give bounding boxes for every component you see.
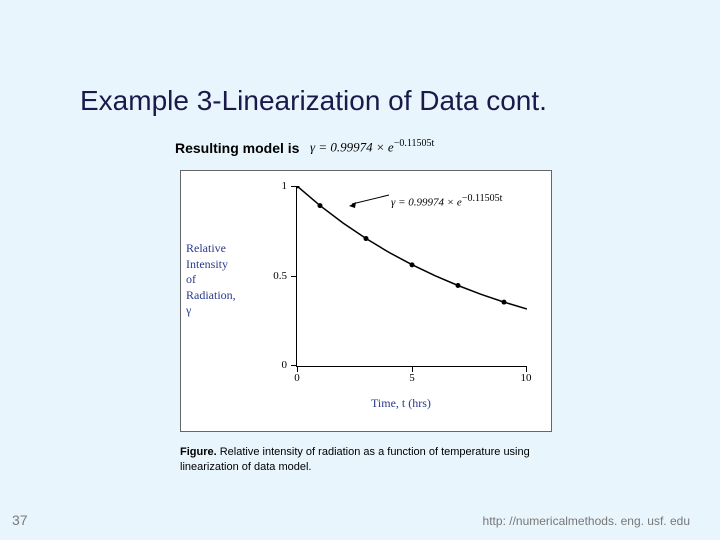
page-number: 37: [12, 512, 28, 528]
ytick-0: 0: [282, 359, 288, 371]
slide-title: Example 3-Linearization of Data cont.: [80, 85, 547, 117]
source-url: http: //numericalmethods. eng. usf. edu: [483, 514, 690, 528]
slide: Example 3-Linearization of Data cont. Re…: [0, 0, 720, 540]
chart: Relative Intensity of Radiation, γ 1 0.5…: [180, 170, 552, 432]
chart-annotation: γ = 0.99974 × e−0.11505t: [391, 193, 502, 209]
figure-caption: Figure. Relative intensity of radiation …: [180, 445, 550, 476]
equation: γ = 0.99974 × e−0.11505t: [310, 138, 434, 155]
ytick-05: 0.5: [273, 270, 287, 282]
xtick-5: 5: [409, 372, 415, 384]
xtick-0: 0: [294, 372, 300, 384]
curve-svg: [297, 186, 527, 366]
x-axis-label: Time, t (hrs): [371, 396, 431, 411]
ytick-1: 1: [282, 180, 288, 192]
xtick-10: 10: [521, 372, 532, 384]
y-axis-label: Relative Intensity of Radiation, γ: [186, 241, 276, 319]
plot-area: 1 0.5 0 0 5 10: [296, 186, 527, 367]
resulting-model-label: Resulting model is: [175, 140, 299, 156]
